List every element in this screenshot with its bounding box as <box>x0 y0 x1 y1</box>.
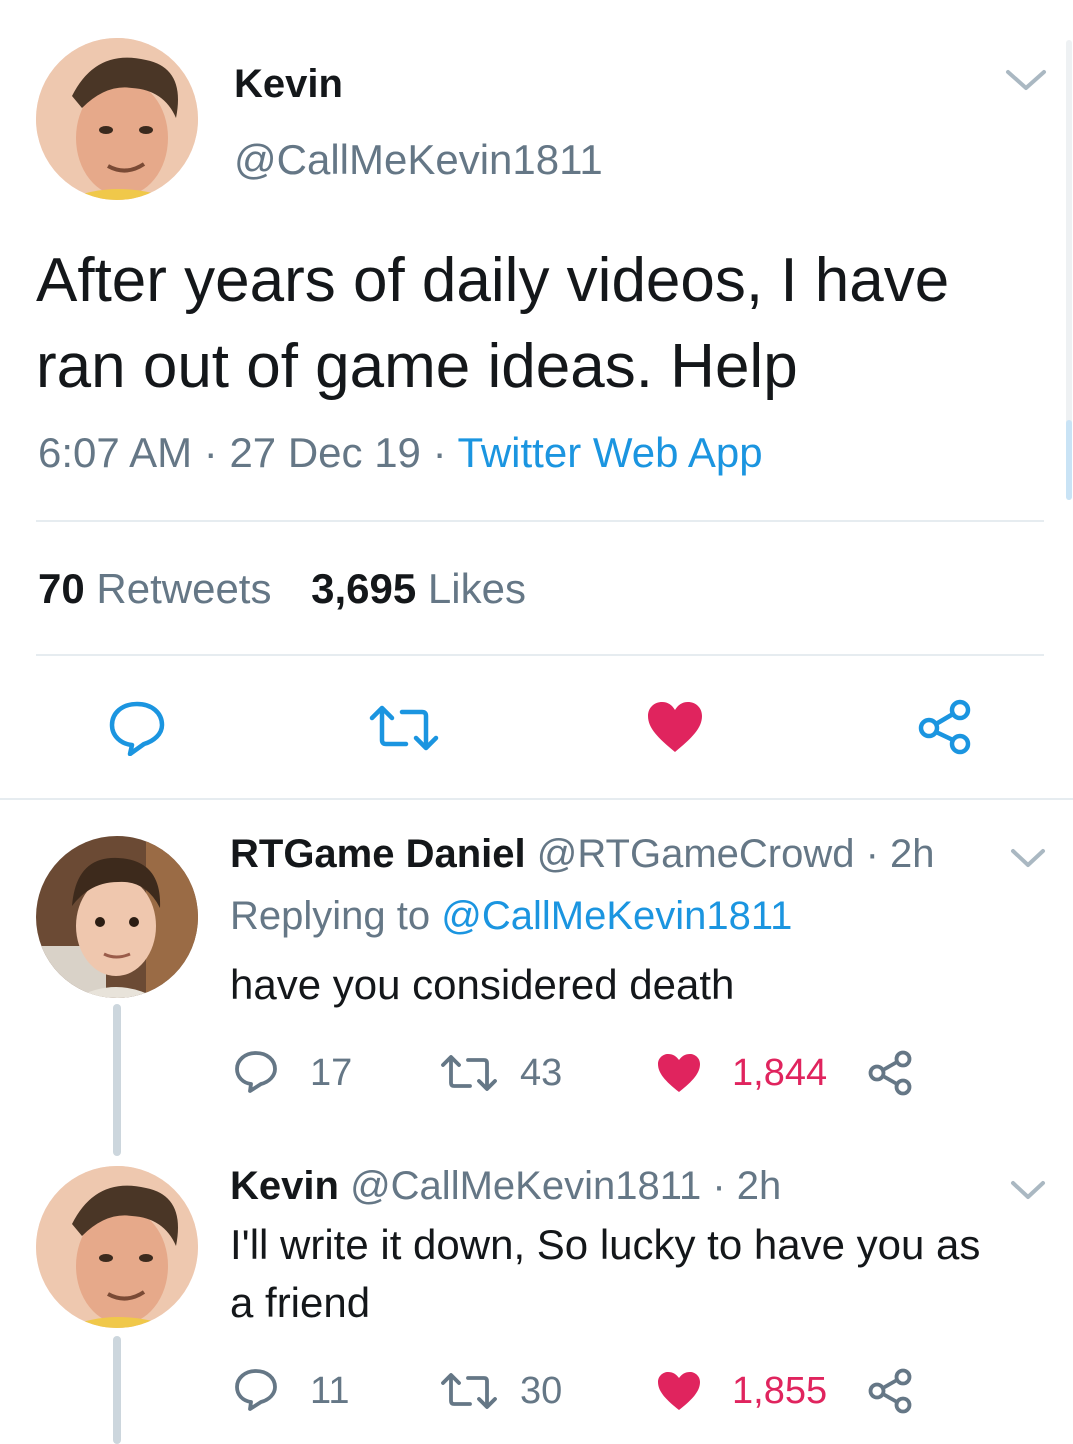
retweets-stat[interactable]: 70 Retweets <box>38 565 283 612</box>
reply1-text: have you considered death <box>230 961 735 1008</box>
main-tweet-time: 6:07 AM <box>38 429 193 476</box>
main-tweet-meta: 6:07 AM · 27 Dec 19 · Twitter Web App <box>38 432 763 474</box>
reply-icon[interactable] <box>234 1050 278 1099</box>
share-icon[interactable] <box>916 698 974 761</box>
heart-icon[interactable] <box>656 1052 702 1099</box>
chevron-down-icon[interactable] <box>1010 848 1046 875</box>
retweets-count: 70 <box>38 565 85 612</box>
scrollbar[interactable] <box>1066 40 1072 500</box>
reply2-author-avatar[interactable] <box>36 1166 198 1328</box>
share-icon[interactable] <box>866 1050 914 1101</box>
main-author-name[interactable]: Kevin <box>234 62 343 107</box>
replying-handle[interactable]: @CallMeKevin1811 <box>441 894 792 938</box>
chevron-down-icon[interactable] <box>1004 68 1048 99</box>
likes-label: Likes <box>427 565 526 612</box>
reply-icon[interactable] <box>108 700 166 761</box>
heart-icon[interactable] <box>646 700 704 759</box>
reply1-like-count: 1,844 <box>732 1052 828 1094</box>
chevron-down-icon[interactable] <box>1010 1180 1046 1207</box>
likes-count: 3,695 <box>311 565 417 612</box>
likes-stat[interactable]: 3,695 Likes <box>311 565 526 612</box>
main-tweet-source[interactable]: Twitter Web App <box>458 429 763 476</box>
reply1-retweet-count: 43 <box>520 1052 563 1094</box>
retweet-icon[interactable] <box>440 1372 498 1415</box>
heart-icon[interactable] <box>656 1370 702 1417</box>
retweets-label: Retweets <box>96 565 272 612</box>
thread-line <box>113 1336 121 1444</box>
reply1-replying-to: Replying to @CallMeKevin1811 <box>230 896 792 936</box>
main-author-avatar[interactable] <box>36 38 198 200</box>
reply2-reply-count: 11 <box>310 1370 350 1412</box>
meta-separator: · <box>432 429 447 476</box>
reply1-reply-count: 17 <box>310 1052 353 1094</box>
divider <box>36 654 1044 656</box>
share-icon[interactable] <box>866 1368 914 1419</box>
reply2-retweet-count: 30 <box>520 1370 563 1412</box>
thread-line <box>113 1004 121 1156</box>
main-author-handle[interactable]: @CallMeKevin1811 <box>234 136 603 184</box>
reply2-time: · 2h <box>712 1164 782 1208</box>
reply2-text-line1: I'll write it down, So lucky to have you… <box>230 1221 981 1268</box>
main-tweet-date: 27 Dec 19 <box>229 429 421 476</box>
retweet-icon[interactable] <box>368 704 440 757</box>
divider <box>36 520 1044 522</box>
reply2-like-count: 1,855 <box>732 1370 828 1412</box>
retweet-icon[interactable] <box>440 1054 498 1097</box>
section-divider <box>0 798 1073 800</box>
reply1-header: RTGame Daniel @RTGameCrowd · 2h <box>230 834 935 874</box>
main-tweet-text-line2: ran out of game ideas. Help <box>36 332 798 401</box>
meta-separator: · <box>203 429 218 476</box>
main-tweet-stats: 70 Retweets 3,695 Likes <box>38 568 526 610</box>
reply-icon[interactable] <box>234 1368 278 1417</box>
main-tweet-text-line1: After years of daily videos, I have <box>36 246 950 315</box>
reply2-author-handle[interactable]: @CallMeKevin1811 <box>350 1164 701 1208</box>
reply1-time: · 2h <box>865 832 935 876</box>
reply2-author-name[interactable]: Kevin <box>230 1164 339 1208</box>
reply1-author-avatar[interactable] <box>36 836 198 998</box>
reply2-text-line2: a friend <box>230 1279 371 1326</box>
reply1-author-handle[interactable]: @RTGameCrowd <box>537 832 855 876</box>
reply2-header: Kevin @CallMeKevin1811 · 2h <box>230 1166 781 1206</box>
reply1-author-name[interactable]: RTGame Daniel <box>230 832 526 876</box>
replying-prefix: Replying to <box>230 894 431 938</box>
